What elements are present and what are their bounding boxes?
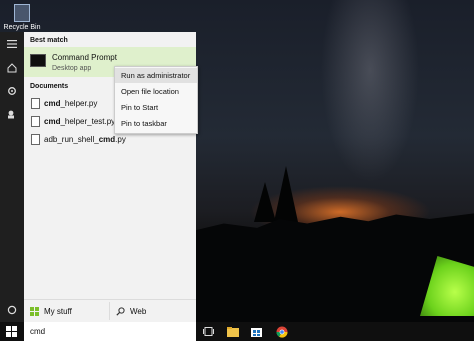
windows-logo-icon xyxy=(30,306,39,316)
best-match-subtitle: Desktop app xyxy=(52,65,92,72)
menu-item-run-as-administrator[interactable]: Run as administrator xyxy=(115,68,197,83)
store-icon[interactable] xyxy=(250,325,263,338)
task-view-icon[interactable] xyxy=(202,325,215,338)
chrome-icon[interactable] xyxy=(275,325,288,338)
hamburger-menu-icon[interactable] xyxy=(0,34,24,54)
feedback-icon[interactable] xyxy=(0,104,24,124)
home-icon[interactable] xyxy=(0,58,24,78)
search-scope-footer: My stuff Web xyxy=(24,299,196,322)
document-name: adb_run_shell_cmd.py xyxy=(44,135,126,144)
start-button-windows-icon[interactable] xyxy=(6,326,17,337)
best-match-header: Best match xyxy=(30,37,68,44)
documents-header: Documents xyxy=(30,83,69,90)
settings-gear-icon[interactable] xyxy=(0,81,24,101)
menu-item-pin-to-start[interactable]: Pin to Start xyxy=(115,100,197,115)
taskbar: cmd xyxy=(0,322,474,341)
best-match-title: Command Prompt xyxy=(52,53,117,62)
start-left-rail xyxy=(0,32,24,322)
footer-divider xyxy=(109,302,110,320)
my-stuff-button[interactable]: My stuff xyxy=(30,300,72,322)
recycle-bin[interactable]: Recycle Bin xyxy=(2,4,42,31)
taskbar-search-box[interactable]: cmd xyxy=(24,322,196,341)
recycle-bin-label: Recycle Bin xyxy=(3,24,41,31)
pine-tree xyxy=(254,182,276,222)
search-icon xyxy=(116,306,125,316)
command-prompt-icon xyxy=(30,54,46,67)
recycle-bin-icon xyxy=(14,4,30,22)
web-label: Web xyxy=(130,306,147,316)
search-input-value: cmd xyxy=(30,327,46,336)
python-file-icon xyxy=(31,134,40,145)
menu-item-pin-to-taskbar[interactable]: Pin to taskbar xyxy=(115,116,197,131)
python-file-icon xyxy=(31,116,40,127)
web-search-button[interactable]: Web xyxy=(116,300,146,322)
python-file-icon xyxy=(31,98,40,109)
document-name: cmd_helper_test.py xyxy=(44,117,116,126)
my-stuff-label: My stuff xyxy=(44,306,72,316)
power-icon[interactable] xyxy=(0,300,24,320)
pine-tree xyxy=(274,166,298,222)
document-name: cmd_helper.py xyxy=(44,99,98,108)
menu-item-open-file-location[interactable]: Open file location xyxy=(115,84,197,99)
context-menu: Run as administrator Open file location … xyxy=(114,66,198,134)
file-explorer-icon[interactable] xyxy=(226,325,239,338)
